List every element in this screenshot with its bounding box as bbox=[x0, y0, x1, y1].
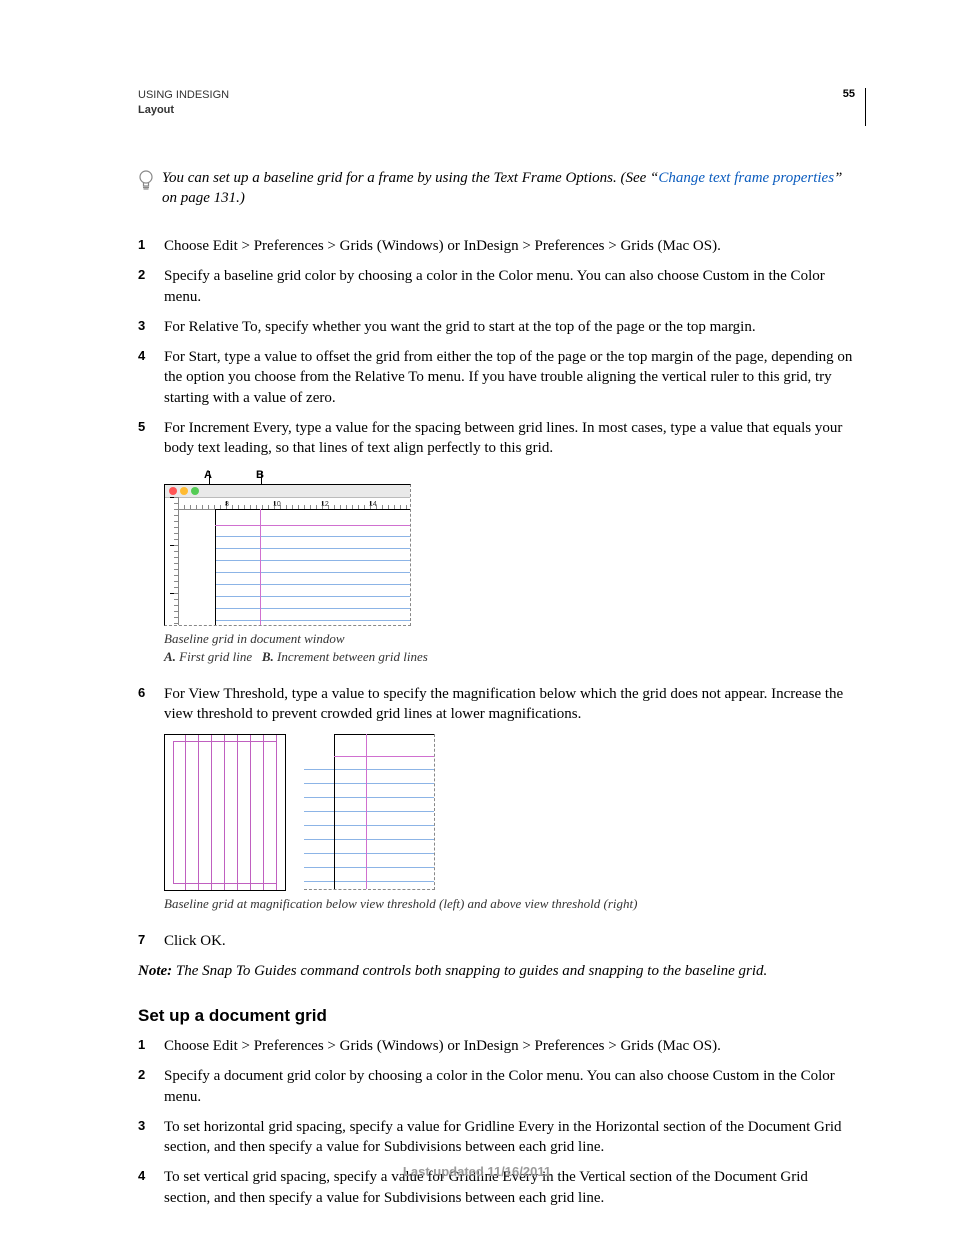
footer-updated: Last updated 11/16/2011 bbox=[0, 1164, 954, 1179]
figure-2-caption: Baseline grid at magnification below vie… bbox=[164, 895, 856, 913]
steps-list-3: Click OK. bbox=[138, 931, 856, 951]
running-header: USING INDESIGN Layout 55 bbox=[138, 88, 866, 126]
doc-step-1: Choose Edit > Preferences > Grids (Windo… bbox=[138, 1036, 856, 1056]
header-section: Layout bbox=[138, 103, 229, 118]
lightbulb-icon bbox=[138, 170, 154, 198]
step-3: For Relative To, specify whether you wan… bbox=[138, 317, 856, 337]
doc-step-3: To set horizontal grid spacing, specify … bbox=[138, 1117, 856, 1158]
step-1: Choose Edit > Preferences > Grids (Windo… bbox=[138, 236, 856, 256]
figure-1-label-a: A bbox=[204, 468, 212, 483]
steps-list-1: Choose Edit > Preferences > Grids (Windo… bbox=[138, 236, 856, 458]
figure-1-caption-title: Baseline grid in document window bbox=[164, 630, 856, 648]
margin-guide-vertical bbox=[260, 509, 261, 625]
steps-list-2: For View Threshold, type a value to spec… bbox=[138, 684, 856, 725]
vertical-ruler bbox=[165, 497, 179, 625]
step-6: For View Threshold, type a value to spec… bbox=[138, 684, 856, 725]
tip-block: You can set up a baseline grid for a fra… bbox=[138, 168, 856, 209]
figure-1-caption: Baseline grid in document window A. Firs… bbox=[164, 630, 856, 665]
step-4: For Start, type a value to offset the gr… bbox=[138, 347, 856, 408]
figure-1: A B 8 10 12 14 bbox=[164, 468, 856, 626]
margin-guide-horizontal bbox=[215, 525, 410, 526]
figure-1-pointer-b bbox=[261, 471, 262, 485]
step-5: For Increment Every, type a value for th… bbox=[138, 418, 856, 459]
figure-1-pointer-a bbox=[209, 471, 210, 485]
figure-1-caption-a-label: A. bbox=[164, 649, 176, 664]
doc-step-2: Specify a document grid color by choosin… bbox=[138, 1066, 856, 1107]
figure-1-caption-b-text: Increment between grid lines bbox=[277, 649, 428, 664]
page-number: 55 bbox=[843, 88, 855, 100]
note-text: The Snap To Guides command controls both… bbox=[176, 963, 767, 979]
header-title: USING INDESIGN bbox=[138, 88, 229, 103]
step-7: Click OK. bbox=[138, 931, 856, 951]
steps-list-4: Choose Edit > Preferences > Grids (Windo… bbox=[138, 1036, 856, 1208]
tip-text-pre: You can set up a baseline grid for a fra… bbox=[162, 170, 658, 186]
figure-2 bbox=[164, 734, 856, 891]
step-2: Specify a baseline grid color by choosin… bbox=[138, 266, 856, 307]
figure-1-caption-a-text: First grid line bbox=[179, 649, 252, 664]
note-label: Note: bbox=[138, 963, 172, 979]
section-heading: Set up a document grid bbox=[138, 1005, 856, 1028]
note-block: Note: The Snap To Guides command control… bbox=[138, 961, 856, 981]
page-boundary bbox=[215, 509, 410, 625]
window-traffic-lights bbox=[169, 487, 199, 495]
figure-2-right bbox=[304, 734, 435, 890]
figure-1-caption-b-label: B. bbox=[262, 649, 274, 664]
figure-1-label-b: B bbox=[256, 468, 264, 483]
tip-link[interactable]: Change text frame properties bbox=[658, 170, 834, 186]
figure-2-left bbox=[164, 734, 286, 891]
